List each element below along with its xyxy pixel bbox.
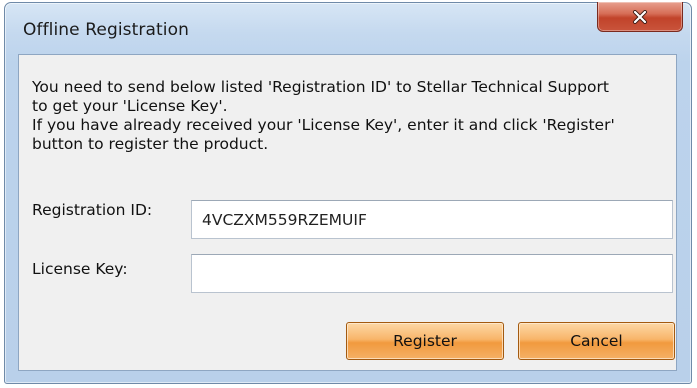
register-button[interactable]: Register [346,322,504,360]
close-button[interactable] [597,2,683,32]
instructions-text: You need to send below listed 'Registrat… [32,78,672,154]
cancel-button[interactable]: Cancel [518,322,675,360]
registration-id-label: Registration ID: [32,201,153,219]
instructions-line: button to register the product. [32,135,269,153]
instructions-line: You need to send below listed 'Registrat… [32,78,609,96]
license-key-field[interactable] [191,254,673,293]
instructions-line: to get your 'License Key'. [32,97,228,115]
close-icon [633,9,647,24]
window-title: Offline Registration [23,20,189,40]
instructions-line: If you have already received your 'Licen… [32,116,615,134]
dialog-body: You need to send below listed 'Registrat… [18,54,677,371]
registration-id-field[interactable] [191,200,673,239]
offline-registration-dialog: Offline Registration You need to send be… [4,2,692,384]
license-key-label: License Key: [32,260,128,278]
